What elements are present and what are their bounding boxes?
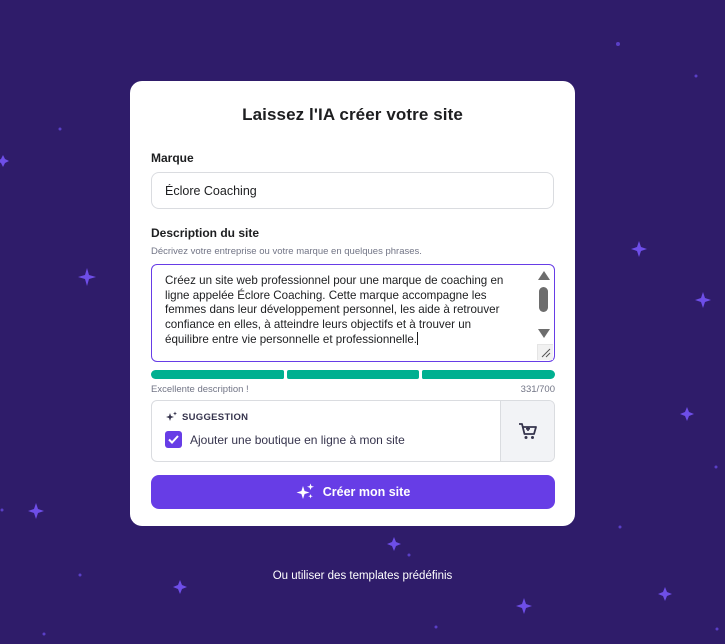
sparkle-icon bbox=[173, 580, 187, 594]
add-store-label: Ajouter une boutique en ligne à mon site bbox=[190, 432, 405, 447]
description-text[interactable]: Créez un site web professionnel pour une… bbox=[165, 274, 510, 348]
description-quality-meter bbox=[151, 370, 556, 379]
store-icon-panel bbox=[500, 401, 554, 461]
resize-handle-icon[interactable] bbox=[537, 344, 553, 360]
suggestion-heading: SUGGESTION bbox=[182, 411, 249, 423]
sparkle-icon bbox=[680, 407, 694, 421]
scroll-up-arrow-icon[interactable] bbox=[538, 271, 550, 280]
sparkle-icon bbox=[387, 537, 401, 551]
scroll-down-arrow-icon[interactable] bbox=[538, 329, 550, 338]
sparkle-icon bbox=[658, 587, 672, 601]
scrollbar-thumb[interactable] bbox=[539, 287, 548, 312]
description-textarea[interactable]: Créez un site web professionnel pour une… bbox=[151, 264, 555, 362]
brand-input[interactable] bbox=[151, 172, 554, 209]
modal-title: Laissez l'IA créer votre site bbox=[242, 105, 463, 124]
quality-segment bbox=[422, 370, 556, 379]
sparkle-icon bbox=[78, 268, 96, 286]
add-store-checkbox[interactable] bbox=[165, 431, 182, 448]
sparkle-icon bbox=[516, 598, 532, 614]
quality-status: Excellente description ! bbox=[151, 384, 249, 395]
sparkle-icon bbox=[0, 155, 9, 167]
cart-icon bbox=[518, 423, 537, 439]
sparkle-icon bbox=[695, 292, 711, 308]
sparkles-icon bbox=[166, 411, 177, 421]
quality-segment bbox=[151, 370, 284, 379]
create-site-button[interactable]: Créer mon site bbox=[151, 475, 555, 509]
sparkles-icon bbox=[296, 483, 314, 499]
brand-label: Marque bbox=[151, 151, 194, 165]
sparkle-icon bbox=[631, 241, 647, 257]
description-hint: Décrivez votre entreprise ou votre marqu… bbox=[151, 246, 422, 257]
character-counter: 331/700 bbox=[520, 384, 555, 395]
add-store-option[interactable]: Ajouter une boutique en ligne à mon site bbox=[165, 431, 487, 448]
quality-segment bbox=[286, 370, 420, 379]
create-site-label: Créer mon site bbox=[322, 485, 411, 499]
sparkle-icon bbox=[28, 503, 44, 519]
description-label: Description du site bbox=[151, 226, 260, 240]
ai-site-builder-card: Laissez l'IA créer votre site Marque Des… bbox=[130, 81, 575, 526]
use-templates-link[interactable]: Ou utiliser des templates prédéfinis bbox=[0, 570, 725, 582]
checkmark-icon bbox=[168, 435, 179, 444]
suggestion-box: SUGGESTION Ajouter une boutique en ligne… bbox=[151, 400, 555, 462]
